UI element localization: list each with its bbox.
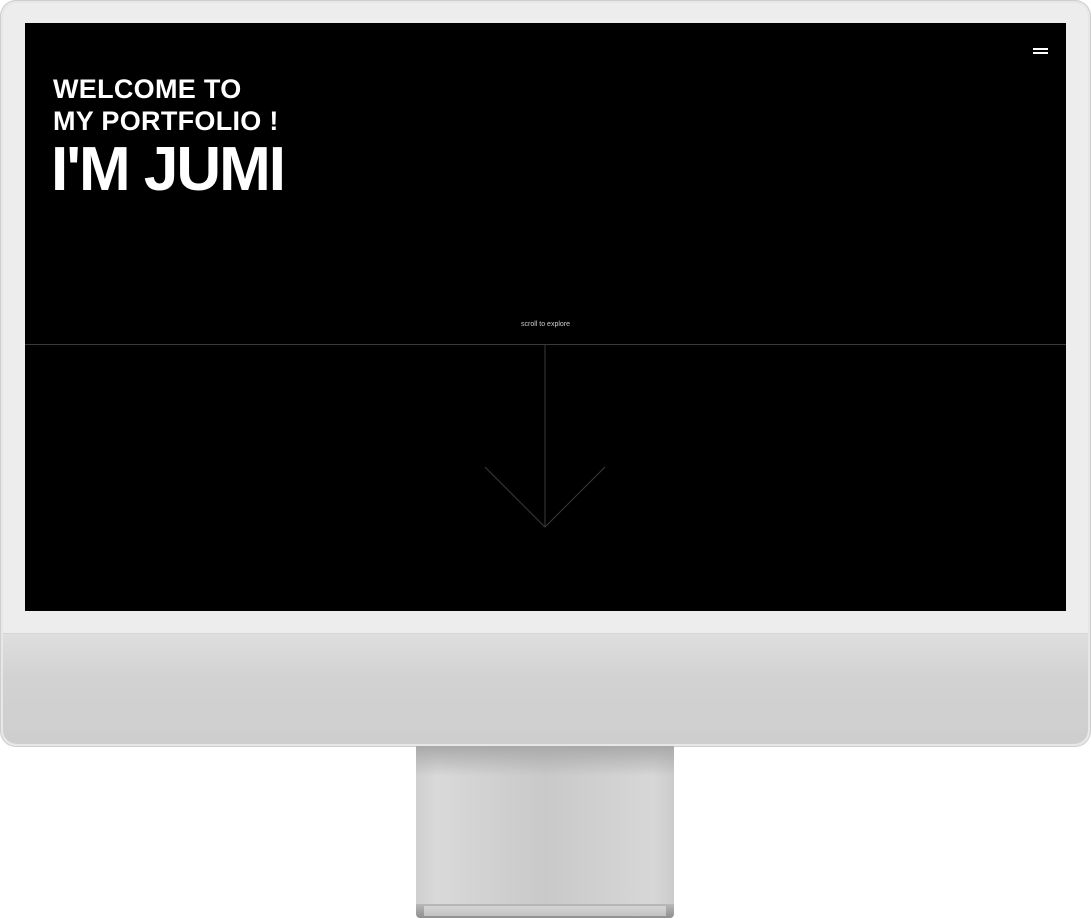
stand-foot-highlight bbox=[424, 906, 666, 916]
welcome-line-1: WELCOME TO bbox=[53, 74, 242, 104]
arrow-down-icon[interactable] bbox=[480, 344, 610, 534]
hero-name: I'M JUMI bbox=[51, 135, 286, 204]
monitor-chin bbox=[3, 633, 1088, 744]
menu-bar-top bbox=[1033, 48, 1048, 50]
stand-shadow bbox=[416, 746, 674, 776]
menu-bar-bottom bbox=[1033, 52, 1048, 54]
welcome-line-2: MY PORTFOLIO ! bbox=[53, 106, 279, 136]
hamburger-menu-icon[interactable] bbox=[1031, 45, 1051, 57]
portfolio-screen: WELCOME TO MY PORTFOLIO ! I'M JUMI scrol… bbox=[25, 23, 1066, 611]
welcome-heading: WELCOME TO MY PORTFOLIO ! bbox=[53, 73, 279, 137]
imac-mockup: WELCOME TO MY PORTFOLIO ! I'M JUMI scrol… bbox=[0, 0, 1091, 919]
scroll-to-explore-label: scroll to explore bbox=[520, 321, 571, 328]
